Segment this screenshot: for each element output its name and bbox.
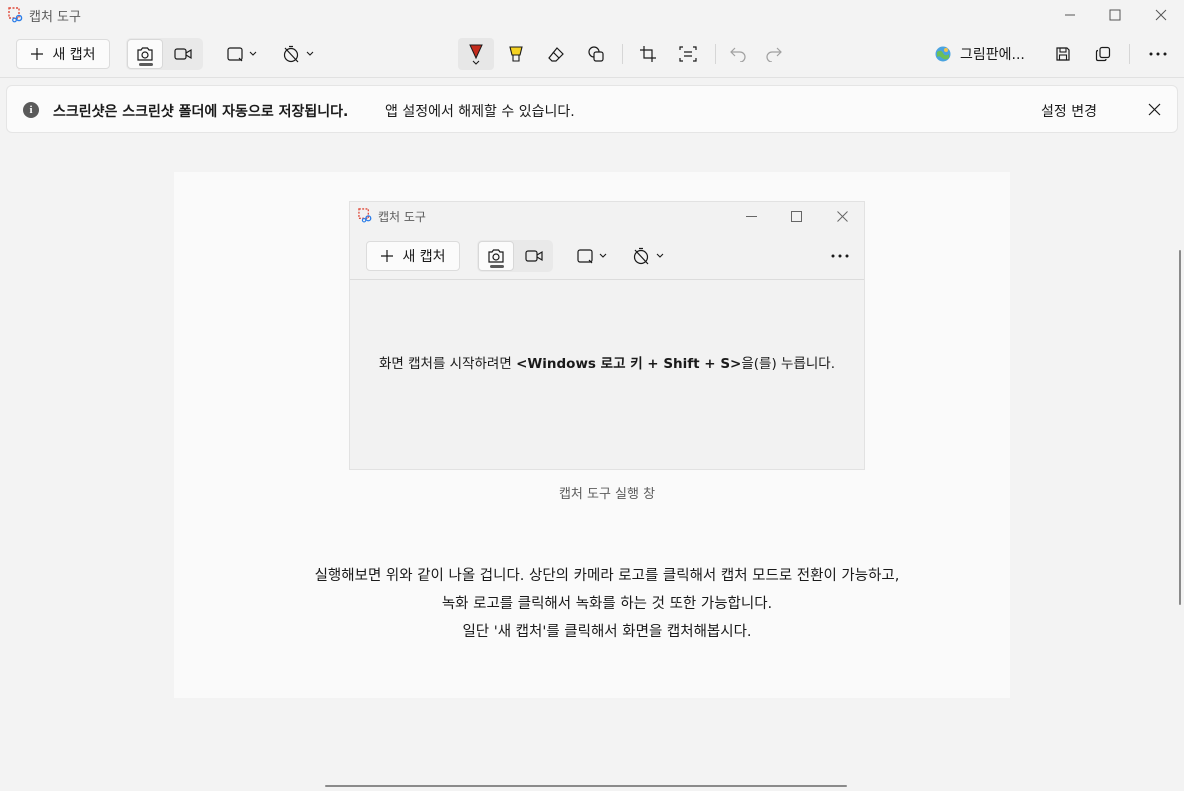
minimize-button[interactable] <box>1047 0 1093 30</box>
more-icon <box>1149 52 1167 56</box>
inner-minimize-icon <box>731 202 771 230</box>
timer-icon <box>283 45 314 63</box>
rectangle-mode-icon <box>227 47 257 62</box>
record-mode-button[interactable] <box>165 39 201 69</box>
inner-timer-dropdown <box>630 241 668 271</box>
inner-window-title: 캡처 도구 <box>378 210 426 224</box>
ballpoint-pen-button[interactable] <box>458 38 494 70</box>
description-line: 실행해보면 위와 같이 나올 겁니다. 상단의 카메라 로고를 클릭해서 캡처 … <box>314 568 900 584</box>
eraser-button[interactable] <box>540 39 572 69</box>
description-line: 일단 '새 캡처'를 클릭해서 화면을 캡처해봅시다. <box>462 624 752 640</box>
undo-button[interactable] <box>722 39 754 69</box>
text-actions-icon <box>679 46 697 62</box>
toolbar-separator <box>1129 44 1130 64</box>
image-caption: 캡처 도구 실행 창 <box>558 487 656 502</box>
inner-more-options <box>824 241 856 271</box>
timer-dropdown[interactable] <box>280 39 318 69</box>
inner-instruction-prefix: 화면 캡처를 시작하려면 <box>378 356 517 372</box>
window-title: 캡처 도구 <box>29 10 81 25</box>
camera-icon <box>488 249 504 263</box>
inner-instruction-shortcut: <Windows 로고 키 + Shift + S> <box>516 356 742 372</box>
close-icon <box>1148 103 1160 115</box>
info-message: 앱 설정에서 해제할 수 있습니다. <box>385 104 575 120</box>
video-icon <box>525 250 543 262</box>
toolbar: 새 캡처 그림판에... <box>0 30 1184 78</box>
inner-instruction-suffix: 을(를) 누릅니다. <box>741 356 835 372</box>
inner-new-capture-button: 새 캡처 <box>366 241 460 271</box>
capture-mode-toggle <box>126 38 203 70</box>
close-icon <box>1155 9 1167 21</box>
maximize-button[interactable] <box>1092 0 1138 30</box>
shapes-button[interactable] <box>580 39 612 69</box>
inner-close-icon <box>822 202 862 230</box>
title-bar: 캡처 도구 <box>0 0 1184 30</box>
ballpoint-pen-icon <box>469 44 483 65</box>
inner-instruction-text: 화면 캡처를 시작하려면 <Windows 로고 키 + Shift + S>을… <box>350 352 864 372</box>
horizontal-scrollbar[interactable] <box>325 785 847 787</box>
description-line: 녹화 로고를 클릭해서 녹화를 하는 것 또한 가능합니다. <box>441 596 773 612</box>
toolbar-separator <box>715 44 716 64</box>
inner-new-capture-label: 새 캡처 <box>402 249 446 265</box>
new-capture-label: 새 캡처 <box>52 47 96 63</box>
open-in-paint-label: 그림판에... <box>960 47 1025 63</box>
vertical-scrollbar[interactable] <box>1179 250 1181 605</box>
inner-capture-mode-toggle <box>477 240 553 272</box>
inner-snip-mode <box>478 241 514 271</box>
rectangle-mode-icon <box>577 249 607 264</box>
plus-icon <box>381 250 394 262</box>
inner-record-mode <box>516 241 552 271</box>
snipping-tool-app-icon <box>8 7 23 23</box>
undo-icon <box>730 47 746 62</box>
crop-icon <box>640 46 656 62</box>
more-options-button[interactable] <box>1142 39 1174 69</box>
maximize-icon <box>1109 9 1121 21</box>
inner-maximize-icon <box>776 202 816 230</box>
more-icon <box>831 254 849 258</box>
minimize-icon <box>1065 14 1075 16</box>
copy-button[interactable] <box>1087 39 1119 69</box>
eraser-icon <box>548 47 564 62</box>
timer-icon <box>633 247 664 265</box>
toolbar-separator <box>622 44 623 64</box>
info-bar: i 스크린샷은 스크린샷 폴더에 자동으로 저장됩니다. 앱 설정에서 해제할 … <box>6 85 1178 133</box>
inner-snip-shape-dropdown <box>574 241 612 271</box>
snip-mode-button[interactable] <box>127 39 163 69</box>
inner-title-bar: 캡처 도구 <box>350 202 864 230</box>
close-button[interactable] <box>1138 0 1184 30</box>
shapes-icon <box>588 46 604 62</box>
snipping-tool-app-icon <box>358 208 372 223</box>
paint-icon <box>935 46 951 62</box>
inner-toolbar: 새 캡처 <box>350 230 864 280</box>
camera-icon <box>137 47 153 61</box>
save-button[interactable] <box>1047 39 1079 69</box>
snip-shape-dropdown[interactable] <box>224 39 262 69</box>
active-indicator <box>490 265 504 268</box>
redo-button[interactable] <box>758 39 790 69</box>
info-message-bold: 스크린샷은 스크린샷 폴더에 자동으로 저장됩니다. <box>53 104 349 120</box>
dismiss-info-button[interactable] <box>1145 100 1163 118</box>
plus-icon <box>31 48 44 60</box>
new-capture-button[interactable]: 새 캡처 <box>16 39 110 69</box>
highlighter-button[interactable] <box>500 39 532 69</box>
active-indicator <box>139 63 153 66</box>
save-icon <box>1056 47 1070 61</box>
info-icon: i <box>23 102 39 118</box>
open-in-paint-button[interactable]: 그림판에... <box>934 39 1025 69</box>
redo-icon <box>766 47 782 62</box>
change-settings-link[interactable]: 설정 변경 <box>1041 101 1097 121</box>
captured-snipping-tool-window: 캡처 도구 새 캡처 화면 캡처를 시작하려면 <Windows 로고 키 + … <box>349 201 865 470</box>
crop-button[interactable] <box>632 39 664 69</box>
video-icon <box>174 48 192 60</box>
text-actions-button[interactable] <box>672 39 704 69</box>
highlighter-icon <box>509 46 523 62</box>
copy-icon <box>1095 46 1111 62</box>
